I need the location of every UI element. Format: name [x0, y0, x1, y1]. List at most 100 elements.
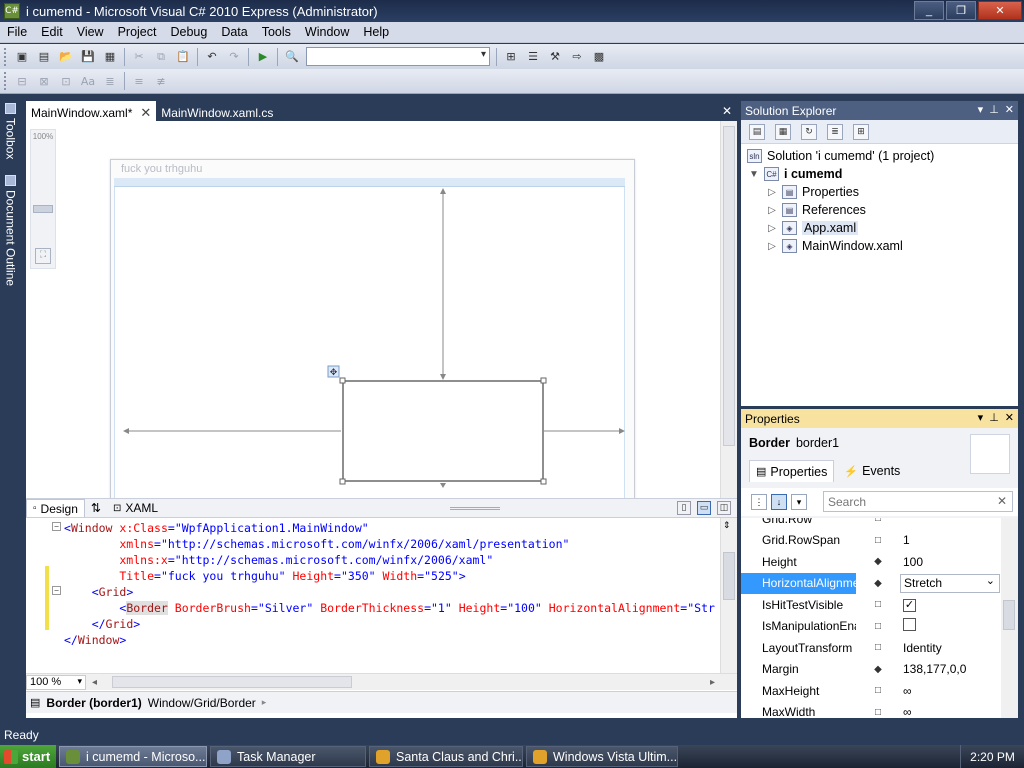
code-line[interactable]: <Window x:Class="WpfApplication1.MainWin… — [64, 520, 369, 536]
code-hscroll[interactable]: 100 % ▾ ◂ ▸ — [26, 673, 737, 690]
collapse-icon[interactable]: − — [52, 522, 61, 531]
maximize-button[interactable]: ❐ — [946, 1, 976, 20]
taskbar-item[interactable]: Santa Claus and Chri... — [369, 746, 523, 767]
expand-arrow-icon[interactable]: ▼ — [749, 169, 759, 180]
menu-project[interactable]: Project — [111, 25, 164, 39]
code-vscroll[interactable]: ⇕ — [720, 518, 737, 673]
taskbar-item[interactable]: i cumemd - Microso... — [59, 746, 207, 767]
close-tab-icon[interactable]: ✕ — [140, 105, 151, 121]
menu-data[interactable]: Data — [214, 25, 254, 39]
pin-icon[interactable]: ⊥ — [989, 411, 999, 424]
xaml-view-tab[interactable]: ⊡ XAML — [107, 499, 164, 517]
scroll-left-icon[interactable]: ◂ — [92, 677, 97, 688]
menu-help[interactable]: Help — [356, 25, 396, 39]
toolbox-icon[interactable]: ⚒ — [546, 48, 564, 66]
property-value[interactable]: 138,177,0,0 — [900, 662, 1000, 676]
splitter-grip[interactable] — [450, 507, 500, 510]
xaml-code[interactable]: − − <Window x:Class="WpfApplication1.Mai… — [26, 518, 737, 673]
code-line[interactable]: <Border BorderBrush="Silver" BorderThick… — [64, 600, 715, 616]
extension-manager-icon[interactable]: ▩ — [590, 48, 608, 66]
zoom-slider-knob[interactable] — [33, 205, 53, 213]
window-position-icon[interactable]: ▾ — [978, 103, 984, 116]
clear-search-icon[interactable]: ✕ — [997, 494, 1007, 508]
pin-icon[interactable]: ⊥ — [989, 103, 999, 116]
menu-debug[interactable]: Debug — [163, 25, 214, 39]
property-marker-icon[interactable]: ◆ — [856, 664, 900, 675]
tree-item[interactable]: ▷ ▤ Properties — [767, 183, 859, 201]
property-scrollbar[interactable] — [1001, 518, 1018, 718]
tree-item[interactable]: ▷ ◈ App.xaml — [767, 219, 859, 237]
expand-arrow-icon[interactable]: ▷ — [767, 241, 777, 252]
property-row[interactable]: Grid.RowSpan □ 1 — [741, 530, 1001, 551]
designer-scrollbar[interactable] — [720, 121, 737, 498]
clock[interactable]: 2:20 PM — [960, 745, 1024, 768]
fit-to-view-icon[interactable]: ⛶ — [35, 248, 51, 264]
find-in-files-icon[interactable]: 🔍 — [283, 48, 301, 66]
code-line[interactable]: Title="fuck you trhguhu" Height="350" Wi… — [64, 568, 465, 584]
property-marker-icon[interactable]: □ — [856, 599, 900, 610]
checkbox[interactable]: ✓ — [903, 599, 916, 612]
property-value[interactable]: ∞ — [900, 705, 1000, 718]
tree-item[interactable]: ▷ ◈ MainWindow.xaml — [767, 237, 903, 255]
add-item-icon[interactable]: ▤ — [35, 48, 53, 66]
property-row[interactable]: Margin ◆ 138,177,0,0 — [741, 659, 1001, 680]
collapse-pane-icon[interactable]: ◫ — [717, 501, 731, 515]
property-row[interactable]: LayoutTransform □ Identity — [741, 637, 1001, 658]
tab-properties[interactable]: ▤ Properties — [749, 460, 835, 482]
zoom-slider[interactable]: 100% ⛶ — [30, 129, 56, 269]
properties-window-icon[interactable]: ☰ — [524, 48, 542, 66]
design-surface[interactable]: 100% ⛶ fuck you trhguhu ✥ — [26, 121, 737, 498]
breadcrumb-path[interactable]: Window/Grid/Border — [148, 696, 256, 710]
vertical-split-icon[interactable]: ▯ — [677, 501, 691, 515]
open-file-icon[interactable]: 📂 — [57, 48, 75, 66]
tab-events[interactable]: ⚡ Events — [838, 460, 906, 482]
categorized-icon[interactable]: ⋮ — [751, 494, 767, 510]
property-row[interactable]: Grid.Row □ — [741, 518, 1001, 529]
sort-icon[interactable]: ▾ — [791, 494, 807, 510]
format-icon[interactable]: ≣ — [101, 72, 119, 90]
close-document-icon[interactable]: ✕ — [722, 104, 732, 118]
menu-edit[interactable]: Edit — [34, 25, 70, 39]
property-marker-icon[interactable]: ◆ — [856, 578, 900, 589]
taskbar-item[interactable]: Windows Vista Ultim... — [526, 746, 678, 767]
start-page-icon[interactable]: ⇨ — [568, 48, 586, 66]
horizontal-split-icon[interactable]: ▭ — [697, 501, 711, 515]
font-size-icon[interactable]: Aa — [79, 72, 97, 90]
tab-mainwindow-xaml[interactable]: MainWindow.xaml* ✕ — [26, 101, 157, 121]
expand-arrow-icon[interactable]: ▷ — [767, 223, 777, 234]
code-line[interactable]: xmlns:x="http://schemas.microsoft.com/wi… — [64, 552, 493, 568]
property-search-input[interactable]: Search ✕ — [823, 491, 1013, 512]
property-row[interactable]: HorizontalAlignme...◆Stretch — [741, 572, 1001, 594]
property-marker-icon[interactable]: □ — [856, 642, 900, 653]
align-center-icon[interactable]: ⊡ — [57, 72, 75, 90]
view-designer-icon[interactable]: ⊞ — [853, 123, 869, 140]
toolbar-grip[interactable] — [4, 72, 8, 90]
property-marker-icon[interactable]: □ — [856, 707, 900, 718]
toolbox-tab[interactable]: Toolbox — [2, 103, 19, 173]
tree-item[interactable]: sln Solution 'i cumemd' (1 project) — [747, 147, 934, 165]
show-all-files-icon[interactable]: ▦ — [775, 123, 791, 140]
taskbar-item[interactable]: Task Manager — [210, 746, 366, 767]
property-marker-icon[interactable]: □ — [856, 518, 900, 524]
swap-panes-button[interactable]: ⇅ — [85, 499, 107, 517]
wpf-window-preview[interactable]: fuck you trhguhu ✥ — [110, 159, 635, 498]
align-icon[interactable]: ⊟ — [13, 72, 31, 90]
property-marker-icon[interactable]: □ — [856, 685, 900, 696]
expand-arrow-icon[interactable]: ▷ — [767, 187, 777, 198]
solution-explorer-icon[interactable]: ⊞ — [502, 48, 520, 66]
menu-view[interactable]: View — [70, 25, 111, 39]
save-icon[interactable]: 💾 — [79, 48, 97, 66]
property-marker-icon[interactable]: □ — [856, 621, 900, 632]
close-button[interactable]: ✕ — [978, 1, 1022, 20]
redo-icon[interactable]: ↷ — [225, 48, 243, 66]
start-debugging-icon[interactable]: ▶ — [254, 48, 272, 66]
split-code-icon[interactable]: ⇕ — [723, 520, 735, 532]
window-position-icon[interactable]: ▾ — [978, 411, 984, 424]
property-value[interactable]: 1 — [900, 533, 1000, 547]
document-outline-tab[interactable]: Document Outline — [2, 175, 19, 295]
close-panel-icon[interactable]: ✕ — [1005, 103, 1014, 116]
scroll-right-icon[interactable]: ▸ — [710, 677, 715, 688]
show-properties-icon[interactable]: ▤ — [749, 123, 765, 140]
menu-window[interactable]: Window — [298, 25, 356, 39]
property-row[interactable]: MaxWidth □ ∞ — [741, 702, 1001, 718]
